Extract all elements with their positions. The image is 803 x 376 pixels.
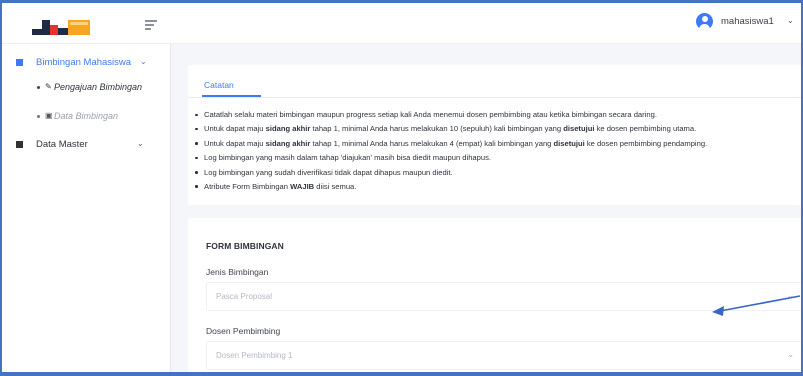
note-item: Atribute Form Bimbingan WAJIB diisi semu… [188, 181, 707, 195]
top-navbar: mahasiswa1 ⌄ [170, 3, 801, 44]
user-avatar-icon[interactable] [696, 13, 713, 30]
sidebar-item-bimbingan-mahasiswa[interactable]: Bimbingan Mahasiswa ⌄ [2, 57, 170, 71]
app-window: Bimbingan Mahasiswa ⌄ ✎ Pengajuan Bimbin… [2, 3, 801, 372]
sidebar-subitem-label: Pengajuan Bimbingan [54, 82, 143, 92]
note-item: Untuk dapat maju sidang akhir tahap 1, m… [188, 123, 707, 137]
app-logo[interactable] [32, 16, 94, 38]
form-card: FORM BIMBINGAN Jenis Bimbingan Pasca Pro… [188, 218, 801, 372]
pencil-icon: ✎ [45, 82, 52, 91]
chevron-down-icon[interactable]: ⌄ [787, 16, 794, 25]
chevron-down-icon: ⌄ [787, 291, 794, 300]
dosen-pembimbing-select[interactable]: Dosen Pembimbing 1 ⌄ [206, 341, 801, 370]
note-text: ke dosen pembimbing utama. [594, 124, 697, 134]
note-text: tahap 1, minimal Anda harus melakukan 4 … [310, 138, 554, 148]
note-emphasis: disetujui [563, 124, 595, 134]
sidebar-item-data-master[interactable]: Data Master ⌄ [2, 139, 170, 153]
bullet [37, 115, 40, 118]
note-emphasis: disetujui [553, 138, 585, 148]
sidebar-subitem-data-bimbingan[interactable]: ▣ Data Bimbingan [2, 111, 170, 124]
note-text: Atribute Form Bimbingan [204, 181, 291, 191]
jenis-bimbingan-label: Jenis Bimbingan [206, 267, 269, 277]
tab-catatan[interactable]: Catatan [204, 80, 234, 90]
chevron-down-icon: ⌄ [140, 57, 147, 66]
note-text: diisi semua. [314, 181, 357, 191]
briefcase-icon: ▣ [45, 111, 53, 120]
note-emphasis: WAJIB [290, 181, 315, 191]
sidebar-item-label: Bimbingan Mahasiswa [36, 57, 132, 68]
sidebar-subitem-pengajuan-bimbingan[interactable]: ✎ Pengajuan Bimbingan [2, 82, 170, 95]
note-text: ke dosen pembimbing pendamping. [584, 138, 708, 148]
chevron-down-icon: ⌄ [137, 139, 144, 148]
note-item: Log bimbingan yang sudah diverifikasi ti… [188, 167, 707, 181]
select-value: Pasca Proposal [216, 292, 273, 301]
note-text: Log bimbingan yang sudah diverifikasi ti… [204, 167, 453, 177]
sidebar-subitem-label: Data Bimbingan [54, 111, 119, 121]
note-text: Untuk dapat maju [204, 124, 266, 134]
dosen-pembimbing-label: Dosen Pembimbing [206, 326, 281, 336]
bullet [37, 86, 40, 89]
note-item: Log bimbingan yang masih dalam tahap 'di… [188, 152, 707, 166]
note-emphasis: sidang akhir [265, 138, 311, 148]
chevron-down-icon: ⌄ [787, 350, 794, 359]
sidebar: Bimbingan Mahasiswa ⌄ ✎ Pengajuan Bimbin… [2, 3, 171, 372]
jenis-bimbingan-select[interactable]: Pasca Proposal ⌄ [206, 282, 801, 311]
sidebar-item-label: Data Master [36, 139, 88, 150]
select-value: Dosen Pembimbing 1 [216, 351, 293, 360]
note-text: tahap 1, minimal Anda harus melakukan 10… [310, 124, 564, 134]
note-item: Catatlah selalu materi bimbingan maupun … [188, 109, 707, 123]
note-emphasis: sidang akhir [265, 124, 311, 134]
notes-list: Catatlah selalu materi bimbingan maupun … [188, 109, 707, 195]
logo-area [2, 3, 170, 44]
menu-toggle-icon[interactable] [145, 20, 157, 30]
note-item: Untuk dapat maju sidang akhir tahap 1, m… [188, 138, 707, 152]
note-text: Untuk dapat maju [204, 138, 266, 148]
notes-card: Catatan Catatlah selalu materi bimbingan… [188, 65, 801, 205]
note-text: Catatlah selalu materi bimbingan maupun … [204, 110, 657, 119]
tab-divider [188, 97, 801, 98]
form-title: FORM BIMBINGAN [206, 241, 284, 251]
note-text: Log bimbingan yang masih dalam tahap 'di… [204, 153, 492, 163]
folder-icon [16, 59, 23, 66]
folder-icon [16, 141, 23, 148]
username[interactable]: mahasiswa1 [721, 16, 774, 27]
